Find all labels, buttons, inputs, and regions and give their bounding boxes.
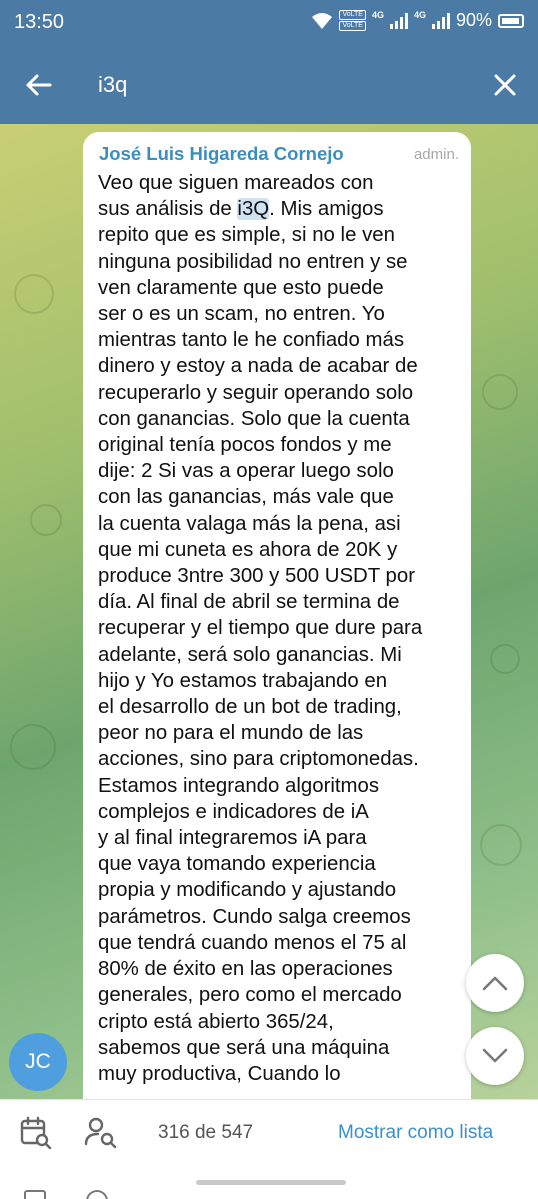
message-line: adelante, será solo ganancias. Mi: [98, 643, 402, 666]
volte-label-1: VoLTE: [339, 10, 366, 20]
admin-badge: admin.: [413, 146, 459, 163]
message-text: Veo que siguen mareados con sus análisis…: [98, 170, 468, 1087]
message-line: que mi cuneta es ahora de 20K y: [98, 538, 398, 561]
status-indicators: VoLTE VoLTE 4G 4G 90%: [311, 10, 524, 31]
avatar[interactable]: JC: [9, 1033, 67, 1091]
sender-name[interactable]: José Luis Higareda Cornejo: [99, 143, 344, 165]
message-line: cripto está abierto 365/24,: [98, 1010, 334, 1033]
message-line: día. Al final de abril se termina de: [98, 591, 400, 614]
wifi-icon: [312, 12, 333, 29]
message-line: 80% de éxito en las operaciones: [98, 958, 393, 981]
message-line: recuperar y el tiempo que dure para: [98, 617, 423, 640]
close-icon[interactable]: [488, 68, 522, 102]
volte-label-2: VoLTE: [339, 21, 366, 31]
next-result-button[interactable]: [466, 1027, 524, 1085]
volte-indicator: VoLTE VoLTE: [339, 10, 366, 31]
message-line: mientras tanto le he confiado más: [98, 329, 405, 352]
message-line: sus análisis de i3Q. Mis amigos: [98, 196, 468, 222]
message-line: original tenía pocos fondos y me: [98, 434, 392, 457]
show-as-list-button[interactable]: Mostrar como lista: [338, 1122, 493, 1144]
wallpaper-doodle: [482, 374, 518, 410]
message-line: ven claramente que esto puede: [98, 276, 384, 299]
message-line: Veo que siguen mareados con: [98, 172, 374, 194]
wallpaper-doodle: [30, 504, 62, 536]
status-bar: 13:50 VoLTE VoLTE 4G 4G 90%: [0, 0, 538, 46]
next-row-icon: [86, 1190, 108, 1199]
battery-percent: 90%: [455, 10, 492, 30]
message-line: sabemos que será una máquina: [98, 1036, 390, 1059]
message-line: dinero y estoy a nada de acabar de: [98, 355, 418, 378]
message-line: hijo y Yo estamos trabajando en: [98, 669, 388, 692]
message-line: acciones, sino para criptomonedas.: [98, 748, 419, 771]
result-counter: 316 de 547: [158, 1122, 254, 1143]
message-line: que vaya tomando experiencia: [98, 853, 376, 876]
message-line-head: sus análisis de: [98, 198, 238, 221]
message-line: con ganancias. Solo que la cuenta: [98, 407, 410, 430]
search-bottom-bar: 316 de 547 Mostrar como lista: [0, 1099, 538, 1199]
wallpaper-doodle: [490, 644, 520, 674]
message-line: y al final integraremos iA para: [98, 827, 367, 850]
status-time: 13:50: [14, 11, 65, 33]
back-arrow-icon[interactable]: [22, 68, 56, 102]
chevron-up-icon: [482, 976, 508, 991]
message-line: ninguna posibilidad no entren y se: [98, 250, 408, 273]
message-line-tail: . Mis amigos: [269, 198, 384, 221]
message-line: con las ganancias, más vale que: [98, 486, 394, 509]
message-line: complejos e indicadores de iA: [98, 800, 369, 823]
previous-result-button[interactable]: [466, 954, 524, 1012]
chat-background: José Luis Higareda Cornejo admin. Veo qu…: [0, 124, 538, 1099]
network-type-2: 4G: [413, 10, 426, 20]
message-line: dije: 2 Si vas a operar luego solo: [98, 460, 394, 483]
message-line: que tendrá cuando menos el 75 al: [98, 931, 407, 954]
message-line: generales, pero como el mercado: [98, 984, 402, 1007]
signal-icon-2: [431, 12, 450, 29]
message-line: produce 3ntre 300 y 500 USDT por: [98, 565, 416, 588]
message-line: ser o es un scam, no entren. Yo: [98, 303, 385, 326]
wallpaper-doodle: [480, 824, 522, 866]
wallpaper-doodle: [14, 274, 54, 314]
search-toolbar: [0, 46, 538, 124]
message-line: repito que es simple, si no le ven: [98, 224, 395, 247]
chevron-down-icon: [482, 1048, 508, 1063]
message-line: el desarrollo de un bot de trading,: [98, 696, 402, 719]
next-row-icon: [24, 1190, 46, 1199]
search-highlight: i3Q: [237, 198, 270, 221]
message-line: la cuenta valaga más la pena, asi: [98, 512, 401, 535]
battery-icon: [498, 13, 524, 28]
message-line: parámetros. Cundo salga creemos: [98, 905, 411, 928]
search-input[interactable]: [98, 68, 458, 102]
user-search-icon[interactable]: [84, 1116, 118, 1150]
message-line: recuperarlo y seguir operando solo: [98, 381, 414, 404]
signal-icon: [389, 12, 408, 29]
message-line: propia y modificando y ajustando: [98, 879, 397, 902]
home-indicator[interactable]: [196, 1180, 346, 1185]
message-line: peor no para el mundo de las: [98, 722, 364, 745]
message-bubble[interactable]: José Luis Higareda Cornejo admin. Veo qu…: [83, 132, 471, 1099]
network-type-1: 4G: [371, 10, 384, 20]
message-line: muy productiva, Cuando lo: [98, 1062, 341, 1085]
calendar-search-icon[interactable]: [20, 1116, 52, 1150]
wallpaper-doodle: [10, 724, 56, 770]
message-line: Estamos integrando algoritmos: [98, 774, 380, 797]
